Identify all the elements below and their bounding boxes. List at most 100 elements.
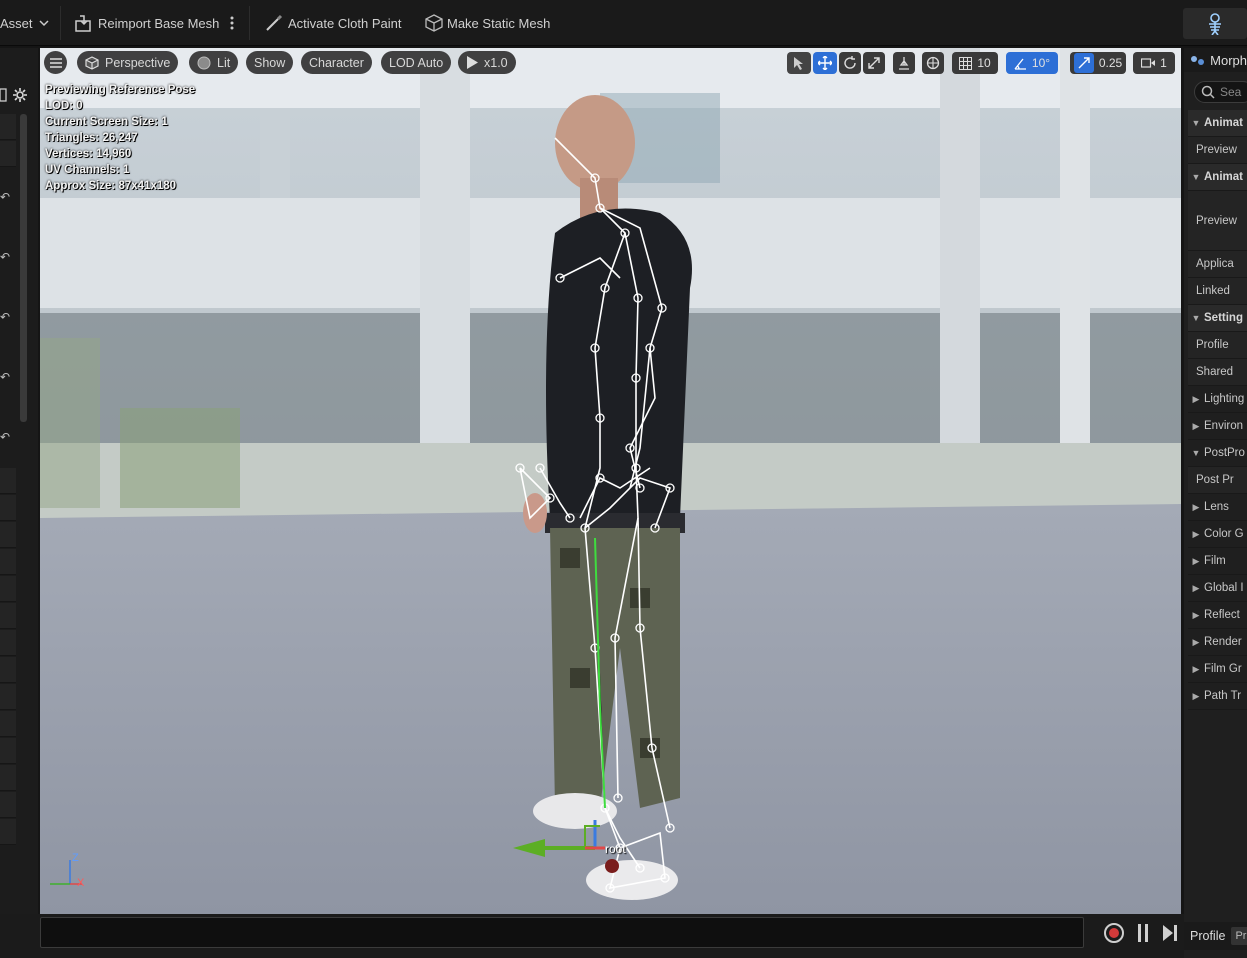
grid-icon <box>959 56 973 70</box>
property-row <box>0 630 16 656</box>
category-lens[interactable]: ▶ Lens <box>1188 494 1247 521</box>
property-row: Applica <box>1188 251 1247 278</box>
search-input[interactable]: Sea <box>1194 81 1247 103</box>
scale-snap-button[interactable]: 0.25 <box>1070 52 1126 74</box>
make-static-mesh-button[interactable]: Make Static Mesh <box>424 9 550 37</box>
more-vertical-icon <box>230 16 234 30</box>
grid-snap-button[interactable]: 10 <box>952 52 998 74</box>
right-details-panel: Morph Sea ▼ Animat Preview ▼ Animat Previe… <box>1184 48 1247 958</box>
category-global-illumination[interactable]: ▶ Global I <box>1188 575 1247 602</box>
layout-icon[interactable] <box>0 88 8 102</box>
category-settings[interactable]: ▼ Setting <box>1188 305 1247 332</box>
activate-cloth-paint-button[interactable]: Activate Cloth Paint <box>264 9 401 37</box>
category-lighting[interactable]: ▶ Lighting <box>1188 386 1247 413</box>
property-row <box>0 468 16 494</box>
viewport-stats: Previewing Reference Pose LOD: 0 Current… <box>45 82 195 194</box>
gear-icon[interactable] <box>12 87 28 103</box>
left-panel-scrollbar[interactable] <box>20 114 27 422</box>
pause-icon[interactable] <box>1137 924 1149 942</box>
property-row <box>0 711 16 737</box>
category-label: Path Tr <box>1204 690 1242 702</box>
collapsed-arrow-icon: ▶ <box>1192 690 1200 701</box>
cloth-paint-label: Activate Cloth Paint <box>288 15 402 31</box>
category-label: Lighting <box>1204 393 1245 405</box>
axis-x-label: X <box>77 877 85 889</box>
category-postprocess[interactable]: ▼ PostPro <box>1188 440 1247 467</box>
translate-tool-button[interactable] <box>813 52 837 74</box>
property-row <box>0 792 16 818</box>
category-film[interactable]: ▶ Film <box>1188 548 1247 575</box>
asset-menu[interactable]: Asset <box>0 9 51 37</box>
property-row <box>0 549 16 575</box>
category-animation[interactable]: ▼ Animat <box>1188 110 1247 137</box>
main-toolbar: Asset Reimport Base Mesh Activate Cloth … <box>0 0 1247 46</box>
surface-snap-button[interactable] <box>893 52 915 74</box>
camera-speed-button[interactable]: 1 <box>1133 52 1175 74</box>
reimport-base-mesh-button[interactable]: Reimport Base Mesh <box>74 9 219 37</box>
show-label: Show <box>254 55 286 70</box>
rotate-icon <box>844 56 856 69</box>
play-speed-button[interactable]: x1.0 <box>458 51 516 74</box>
reset-icon[interactable]: ↶ <box>0 190 14 204</box>
category-path-tracing[interactable]: ▶ Path Tr <box>1188 683 1247 710</box>
category-rendering[interactable]: ▶ Render <box>1188 629 1247 656</box>
category-animation[interactable]: ▼ Animat <box>1188 164 1247 191</box>
lit-button[interactable]: Lit <box>189 51 239 74</box>
property-row <box>0 141 16 167</box>
record-button[interactable] <box>1104 923 1124 943</box>
scale-tool-button[interactable] <box>863 52 885 74</box>
viewport[interactable]: root Z X Perspective Lit Show Character … <box>40 48 1181 914</box>
category-film-grain[interactable]: ▶ Film Gr <box>1188 656 1247 683</box>
morph-tab[interactable]: Morph <box>1184 48 1247 72</box>
reset-icon[interactable]: ↶ <box>0 430 14 444</box>
hamburger-icon <box>49 57 62 68</box>
property-row <box>0 657 16 683</box>
stats-line: Previewing Reference Pose <box>45 84 196 96</box>
profile-footer-button[interactable]: Pr <box>1231 927 1247 945</box>
property-row <box>0 576 16 602</box>
reimport-icon <box>75 15 91 32</box>
property-row <box>0 114 16 140</box>
category-label: Color G <box>1204 528 1244 540</box>
step-forward-icon[interactable] <box>1162 924 1178 942</box>
category-environment[interactable]: ▶ Environ <box>1188 413 1247 440</box>
skeleton-mode-button[interactable] <box>1183 8 1247 39</box>
property-row: Post Pr <box>1188 467 1247 494</box>
camera-speed-value: 1 <box>1160 56 1167 70</box>
show-button[interactable]: Show <box>246 51 294 74</box>
viewport-scene <box>40 48 1181 914</box>
reset-icon[interactable]: ↶ <box>0 310 14 324</box>
rotation-snap-button[interactable]: 10° <box>1006 52 1058 74</box>
viewport-menu-button[interactable] <box>44 51 67 74</box>
category-reflections[interactable]: ▶ Reflect <box>1188 602 1247 629</box>
property-row: Preview <box>1188 191 1247 251</box>
collapsed-arrow-icon: ▶ <box>1192 528 1200 539</box>
play-speed-label: x1.0 <box>484 55 508 70</box>
scale-snap-toggle[interactable] <box>1073 53 1094 73</box>
perspective-label: Perspective <box>105 55 171 70</box>
scale-snap-icon <box>1078 57 1090 69</box>
property-row: Linked <box>1188 278 1247 305</box>
perspective-button[interactable]: Perspective <box>77 51 179 74</box>
collapsed-arrow-icon: ▶ <box>1192 582 1200 593</box>
viewport-bottom-bar <box>0 914 1184 958</box>
lod-button[interactable]: LOD Auto <box>381 51 452 74</box>
reset-icon[interactable]: ↶ <box>0 250 14 264</box>
stats-line: UV Channels: 1 <box>45 164 130 176</box>
rotate-tool-button[interactable] <box>839 52 861 74</box>
category-label: PostPro <box>1204 447 1245 459</box>
profile-footer-label: Profile <box>1190 929 1226 943</box>
character-button[interactable]: Character <box>301 51 372 74</box>
select-tool-button[interactable] <box>787 52 811 74</box>
category-label: Render <box>1204 636 1242 648</box>
timeline-field[interactable] <box>40 917 1084 948</box>
record-icon <box>1109 928 1119 938</box>
morph-icon <box>1191 56 1204 65</box>
property-row <box>0 684 16 710</box>
property-row: Shared <box>1188 359 1247 386</box>
collapsed-arrow-icon: ▶ <box>1192 420 1200 431</box>
reset-icon[interactable]: ↶ <box>0 370 14 384</box>
world-local-button[interactable] <box>922 52 944 74</box>
category-color-grading[interactable]: ▶ Color G <box>1188 521 1247 548</box>
reimport-options-button[interactable] <box>229 9 235 37</box>
